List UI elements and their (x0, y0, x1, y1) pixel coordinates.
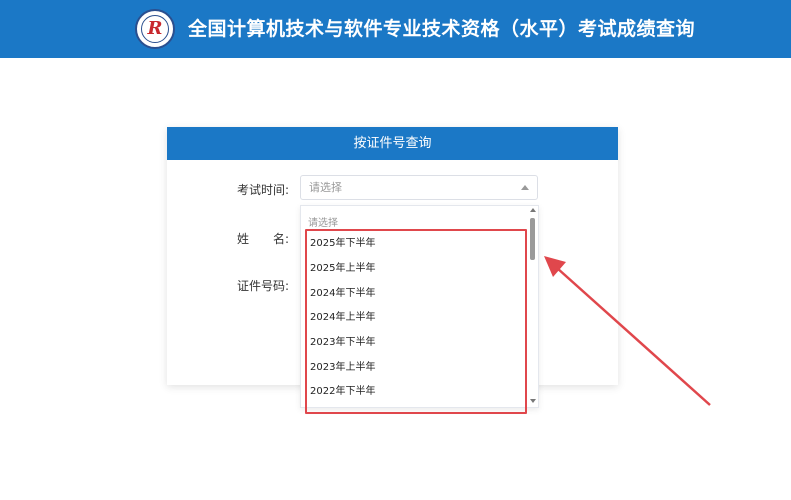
arrow-shaft (556, 267, 711, 406)
annotation-arrow (544, 256, 711, 406)
